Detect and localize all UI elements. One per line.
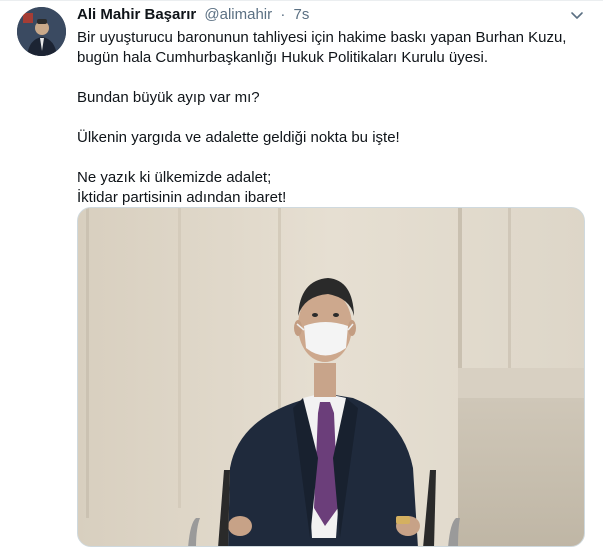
avatar[interactable] xyxy=(17,7,66,56)
tweet-text-line: Ülkenin yargıda ve adalette geldiği nokt… xyxy=(77,129,400,146)
chevron-down-icon[interactable] xyxy=(569,7,585,23)
tweet-text-line: bugün hala Cumhurbaşkanlığı Hukuk Politi… xyxy=(77,49,489,66)
author-handle[interactable]: @alimahir xyxy=(204,6,272,23)
timestamp[interactable]: 7s xyxy=(293,6,309,23)
tweet-text-line: İktidar partisinin adından ibaret! xyxy=(77,189,287,206)
tweet-text-line: Ne yazık ki ülkemizde adalet; xyxy=(77,169,272,186)
tweet-text-line: Bundan büyük ayıp var mı? xyxy=(77,89,260,106)
tweet-text-line: Bir uyuşturucu baronunun tahliyesi için … xyxy=(77,29,567,46)
separator-dot: · xyxy=(280,6,286,23)
profile-photo xyxy=(17,7,66,56)
tweet-media[interactable] xyxy=(77,207,585,547)
author-name[interactable]: Ali Mahir Başarır xyxy=(77,6,196,23)
tweet-text: Bir uyuşturucu baronunun tahliyesi için … xyxy=(77,28,587,208)
tweet-header: Ali Mahir Başarır @alimahir · 7s xyxy=(77,5,563,25)
tweet[interactable]: Ali Mahir Başarır @alimahir · 7s Bir uyu… xyxy=(0,0,603,547)
video-thumbnail xyxy=(78,208,584,546)
